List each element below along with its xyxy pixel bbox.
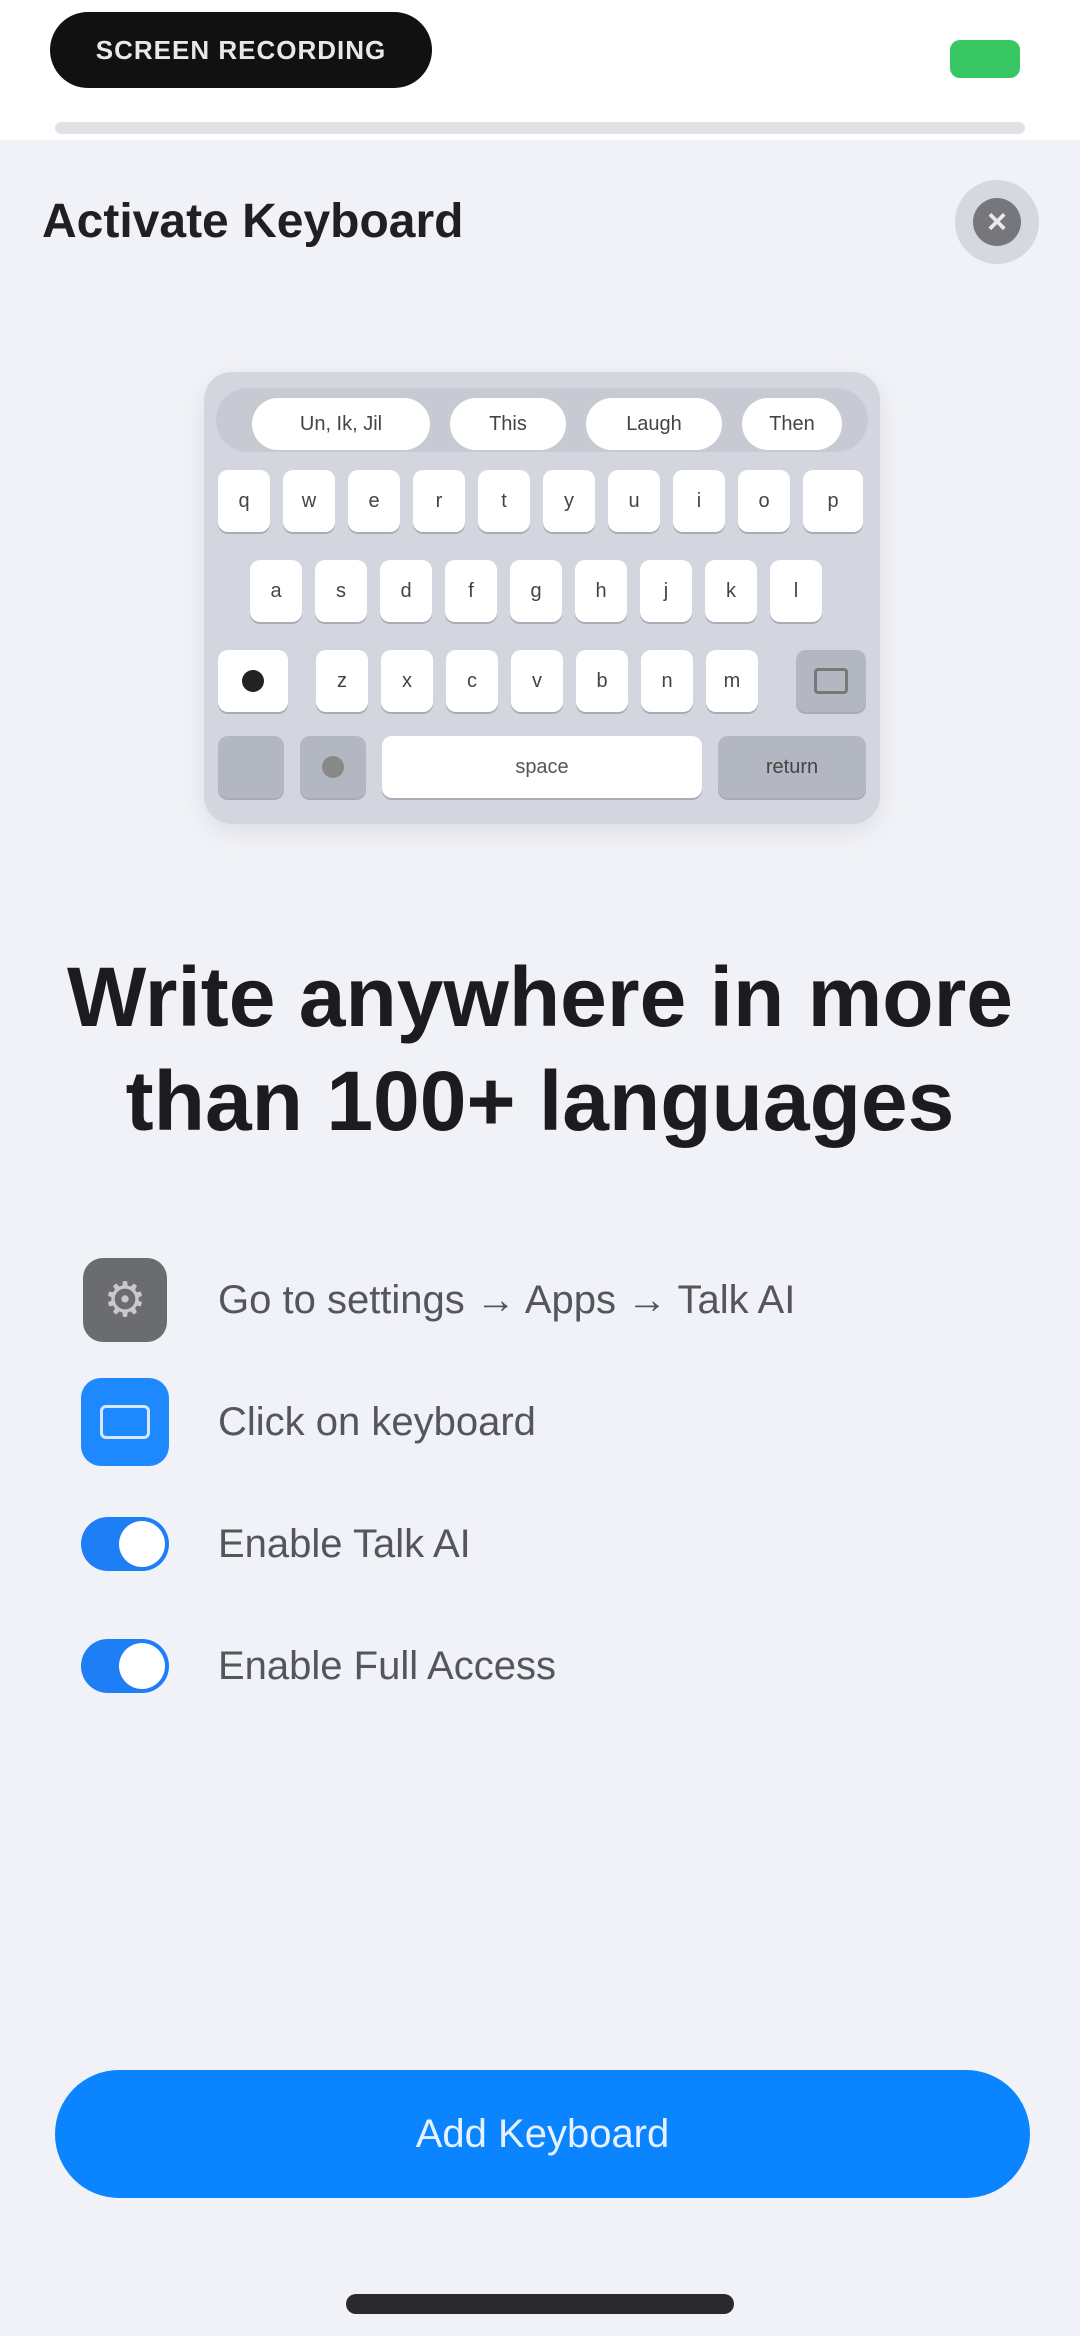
shift-key (218, 650, 288, 712)
key: f (445, 560, 497, 622)
close-icon: × (973, 198, 1021, 246)
suggestion-chip: Un, Ik, Jil (252, 398, 430, 450)
key: a (250, 560, 302, 622)
sheet-title: Activate Keyboard (42, 195, 464, 248)
step-enable-full-access: Enable Full Access (0, 1621, 1080, 1711)
suggestion-bar: Un, Ik, Jil This Laugh Then (216, 388, 868, 452)
toggle-icon (81, 1517, 169, 1571)
suggestion-chip: Laugh (586, 398, 722, 450)
keyboard-row-3: z x c v b n m (204, 650, 880, 712)
step-icon (80, 1621, 170, 1711)
battery-icon (950, 40, 1020, 78)
key: m (706, 650, 758, 712)
status-bar: SCREEN RECORDING (0, 0, 1080, 140)
return-key: return (718, 736, 866, 798)
key: n (641, 650, 693, 712)
key: g (510, 560, 562, 622)
step-icon: ⚙ (80, 1255, 170, 1345)
key: y (543, 470, 595, 532)
space-key: space (382, 736, 702, 798)
keyboard-icon (81, 1378, 169, 1466)
key: s (315, 560, 367, 622)
suggestion-chip: Then (742, 398, 842, 450)
step-label: Click on keyboard (218, 1399, 536, 1444)
numbers-key (218, 736, 284, 798)
gear-icon: ⚙ (83, 1258, 167, 1342)
emoji-icon (322, 756, 344, 778)
backspace-key (796, 650, 866, 712)
key: w (283, 470, 335, 532)
keyboard-row-2: a s d f g h j k l (204, 560, 880, 622)
key: o (738, 470, 790, 532)
key: p (803, 470, 863, 532)
step-label: Enable Talk AI (218, 1521, 471, 1566)
step-click-keyboard: Click on keyboard (0, 1377, 1080, 1467)
toggle-icon (81, 1639, 169, 1693)
key: x (381, 650, 433, 712)
key: c (446, 650, 498, 712)
key: k (705, 560, 757, 622)
key: e (348, 470, 400, 532)
headline: Write anywhere in more than 100+ languag… (66, 950, 1014, 1148)
home-indicator[interactable] (346, 2294, 734, 2314)
key: q (218, 470, 270, 532)
key: b (576, 650, 628, 712)
emoji-key (300, 736, 366, 798)
key: i (673, 470, 725, 532)
step-label: Go to settings → Apps → Talk AI (218, 1277, 796, 1322)
step-icon (80, 1377, 170, 1467)
keyboard-row-1: q w e r t y u i o p (204, 470, 880, 532)
key: v (511, 650, 563, 712)
key: t (478, 470, 530, 532)
key: u (608, 470, 660, 532)
step-open-settings: ⚙ Go to settings → Apps → Talk AI (0, 1255, 1080, 1345)
step-icon (80, 1499, 170, 1589)
step-enable-talk-ai: Enable Talk AI (0, 1499, 1080, 1589)
backspace-icon (814, 668, 848, 694)
key: l (770, 560, 822, 622)
screen-recording-pill: SCREEN RECORDING (50, 12, 432, 88)
add-keyboard-button[interactable]: Add Keyboard (55, 2070, 1030, 2198)
suggestion-chip: This (450, 398, 566, 450)
key: r (413, 470, 465, 532)
status-divider (55, 122, 1025, 134)
keyboard-preview: Un, Ik, Jil This Laugh Then q w e r t y … (204, 372, 880, 824)
key: h (575, 560, 627, 622)
key: d (380, 560, 432, 622)
key: j (640, 560, 692, 622)
key: z (316, 650, 368, 712)
close-button[interactable]: × (955, 180, 1039, 264)
step-label: Enable Full Access (218, 1643, 556, 1688)
shift-icon (242, 670, 264, 692)
